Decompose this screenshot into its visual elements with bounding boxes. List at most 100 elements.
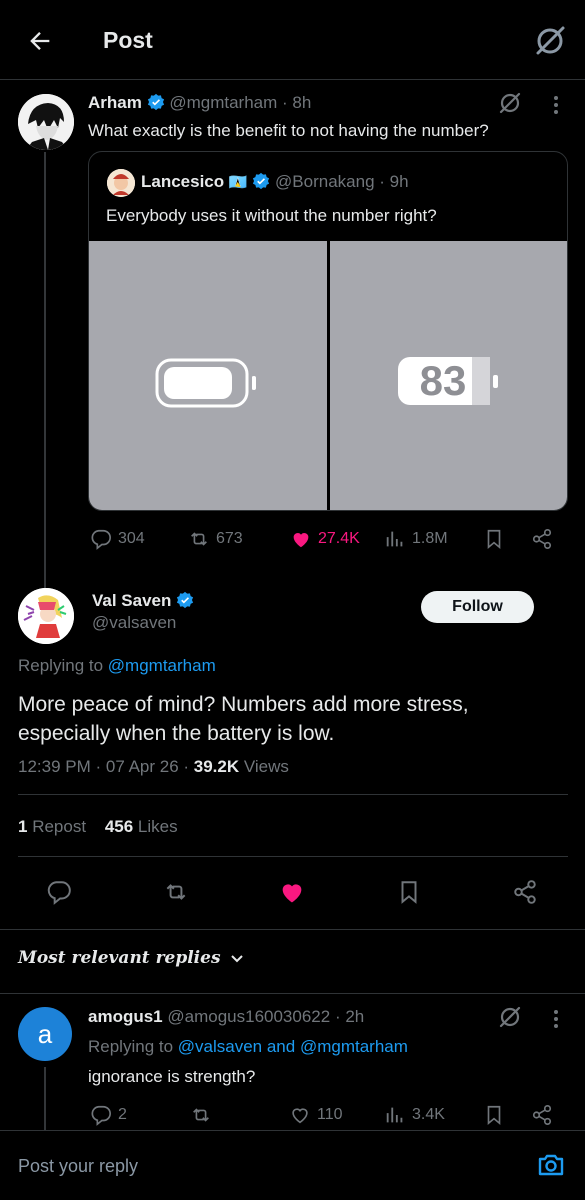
quoted-author-name: Lancesico (141, 172, 225, 191)
divider (0, 993, 585, 994)
reposts-label: Repost (32, 817, 87, 836)
avatar (107, 169, 135, 197)
share-button[interactable] (512, 879, 538, 905)
divider (18, 856, 568, 857)
author-name[interactable]: Arham (88, 93, 142, 112)
repost-count: 673 (216, 530, 243, 547)
divider (18, 794, 568, 795)
reply-icon (91, 1105, 111, 1126)
reply-text: ignorance is strength? (88, 1067, 256, 1086)
more-options-icon[interactable] (548, 1008, 564, 1030)
replies-sort-dropdown[interactable]: Most relevant replies (18, 948, 245, 968)
views-count: 39.2K (193, 757, 240, 776)
reply-button[interactable]: 2 (90, 1104, 127, 1126)
replying-to: Replying to @valsaven and @mgmtarham (88, 1037, 408, 1057)
repost-icon (193, 1108, 209, 1122)
battery-with-number-image[interactable]: 83 (330, 241, 567, 510)
follow-button[interactable]: Follow (421, 591, 534, 623)
main-post-text: More peace of mind? Numbers add more str… (18, 690, 568, 748)
verified-badge-icon (147, 93, 165, 111)
reposts-count: 1 (18, 817, 28, 836)
like-button[interactable]: 27.4K (290, 528, 360, 550)
heart-icon (292, 1108, 308, 1124)
grok-icon[interactable] (498, 91, 522, 115)
quoted-post-text: Everybody uses it without the number rig… (106, 206, 437, 225)
chevron-down-icon (229, 950, 245, 966)
reply-header: amogus1 @amogus160030622 · 2h (88, 1007, 364, 1027)
main-post-text-line: especially when the battery is low. (18, 722, 335, 745)
verified-badge-icon (176, 591, 194, 609)
post-time: · 2h (334, 1007, 365, 1026)
views-count: 3.4K (412, 1106, 445, 1123)
avatar[interactable]: a (18, 1007, 72, 1061)
more-options-icon[interactable] (548, 94, 564, 116)
reply-composer: Post your reply (0, 1130, 585, 1200)
grok-icon[interactable] (533, 24, 567, 58)
like-count: 27.4K (318, 530, 360, 547)
repost-button[interactable]: 673 (188, 528, 243, 550)
thread-line (44, 152, 46, 592)
replying-to-link[interactable]: @mgmtarham (108, 656, 216, 675)
share-icon[interactable] (531, 1104, 553, 1126)
views-button[interactable]: 3.4K (384, 1104, 445, 1126)
post-time: · 8h (282, 93, 312, 112)
views-icon (386, 1107, 403, 1123)
author-name[interactable]: amogus1 (88, 1007, 163, 1026)
post-text: What exactly is the benefit to not havin… (88, 121, 489, 140)
battery-percentage: 83 (419, 357, 467, 404)
like-button[interactable] (278, 878, 306, 906)
reply-count: 2 (118, 1106, 127, 1123)
avatar[interactable] (18, 94, 74, 150)
main-post-text-line: More peace of mind? Numbers add more str… (18, 693, 469, 716)
author-handle[interactable]: @amogus160030622 (167, 1007, 330, 1026)
repost-button[interactable] (163, 879, 189, 905)
like-count: 110 (317, 1106, 343, 1123)
like-button[interactable]: 110 (289, 1104, 343, 1126)
reply-button[interactable] (46, 879, 72, 905)
repost-button[interactable] (190, 1104, 212, 1126)
engagement-stats: 1 Repost 456 Likes (18, 817, 178, 837)
quoted-author-handle: @Bornakang (275, 172, 375, 191)
replies-sort-label: Most relevant replies (18, 948, 221, 968)
grok-icon[interactable] (498, 1005, 522, 1029)
avatar-letter: a (37, 1018, 53, 1049)
quoted-post-time: · 9h (379, 172, 409, 191)
quoted-post-header: Lancesico 🇱🇨 @Bornakang · 9h (141, 172, 409, 192)
author-handle[interactable]: @mgmtarham (169, 93, 277, 112)
likes-count: 456 (104, 817, 134, 836)
replying-prefix: Replying to (18, 656, 108, 675)
avatar[interactable] (18, 588, 74, 644)
post-header: Arham @mgmtarham · 8h (88, 93, 311, 113)
bookmark-icon[interactable] (483, 528, 505, 550)
back-arrow-icon[interactable] (26, 27, 54, 55)
timestamp-text: 12:39 PM · 07 Apr 26 · (18, 757, 194, 776)
views-button[interactable]: 1.8M (384, 528, 448, 550)
main-author: Val Saven (92, 591, 194, 611)
author-name[interactable]: Val Saven (92, 591, 171, 610)
battery-icon (155, 358, 256, 408)
reposts-link[interactable]: 1 Repost (18, 817, 86, 836)
flag-emoji: 🇱🇨 (228, 174, 248, 191)
reply-icon (91, 529, 111, 550)
bookmark-icon[interactable] (483, 1104, 505, 1126)
post-timestamp: 12:39 PM · 07 Apr 26 · 39.2K Views (18, 757, 289, 777)
author-handle[interactable]: @valsaven (92, 613, 176, 633)
reply-input[interactable]: Post your reply (18, 1156, 138, 1177)
views-label: Views (239, 757, 289, 776)
replying-to-link[interactable]: @valsaven and @mgmtarham (178, 1037, 408, 1056)
battery-no-number-image[interactable] (89, 241, 327, 510)
likes-link[interactable]: 456 Likes (105, 817, 178, 836)
likes-label: Likes (137, 817, 178, 836)
replying-to: Replying to @mgmtarham (18, 656, 216, 676)
camera-icon[interactable] (536, 1150, 566, 1180)
thread-line (44, 1067, 46, 1130)
share-icon[interactable] (531, 528, 553, 550)
divider (0, 929, 585, 930)
reply-count: 304 (118, 530, 145, 547)
repost-icon (191, 532, 207, 546)
page-title: Post (103, 27, 153, 53)
reply-button[interactable]: 304 (90, 528, 145, 550)
bookmark-button[interactable] (396, 879, 422, 905)
replying-prefix: Replying to (88, 1037, 178, 1056)
quoted-post-card[interactable]: Lancesico 🇱🇨 @Bornakang · 9h Everybody u… (88, 151, 568, 511)
